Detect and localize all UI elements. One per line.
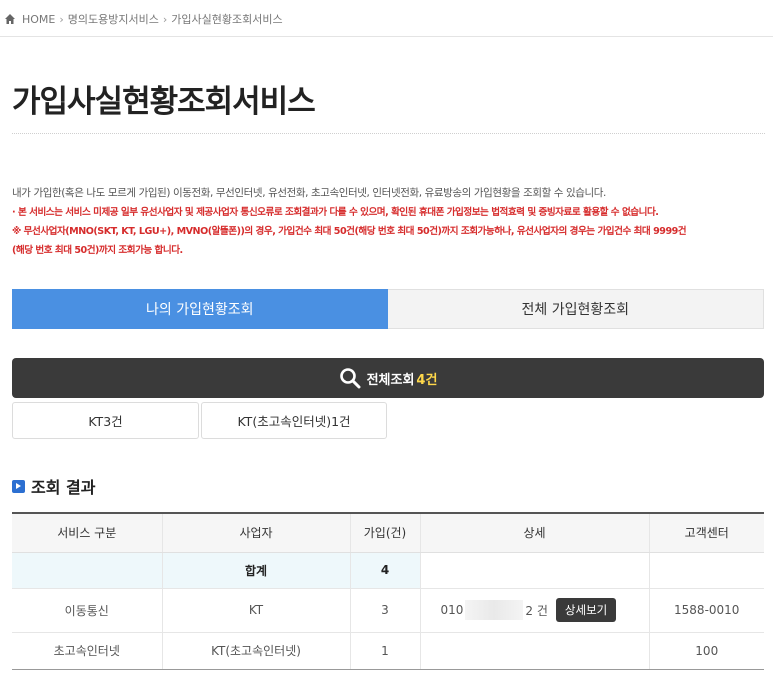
- detail-cell: 010 2 건 상세보기: [419, 588, 649, 633]
- summary-count: 4: [349, 552, 420, 589]
- breadcrumb: HOME › 명의도용방지서비스 › 가입사실현황조회서비스: [4, 10, 283, 28]
- tab-my-subscriptions[interactable]: 나의 가입현황조회: [12, 289, 388, 329]
- tab-all-subscriptions[interactable]: 전체 가입현황조회: [387, 289, 764, 329]
- breadcrumb-divider: [0, 36, 773, 37]
- summary-label: 합계: [161, 552, 350, 589]
- provider-cell: KT: [161, 588, 350, 633]
- summary-blank-cell: [648, 552, 764, 589]
- count-cell: 3: [349, 588, 420, 633]
- inquiry-tabs: 나의 가입현황조회 전체 가입현황조회: [12, 289, 764, 329]
- service-type-cell: 이동통신: [12, 588, 162, 633]
- masked-phone-number: [465, 600, 524, 620]
- column-header: 고객센터: [648, 513, 764, 553]
- column-header: 가입(건): [349, 513, 420, 553]
- summary-blank-cell: [419, 552, 649, 589]
- table-row: 초고속인터넷 KT(초고속인터넷) 1 100: [12, 632, 764, 670]
- result-table: 서비스 구분 사업자 가입(건) 상세 고객센터 합계 4 이동통신 KT 3 …: [12, 512, 764, 670]
- notice-text: · 본 서비스는 서비스 미제공 일부 유선사업자 및 제공사업자 통신오류로 …: [12, 207, 659, 218]
- page-title: 가입사실현황조회서비스: [12, 84, 316, 120]
- filter-chip-kt[interactable]: KT3건: [12, 402, 199, 439]
- view-details-button[interactable]: 상세보기: [555, 598, 617, 622]
- breadcrumb-separator: ›: [59, 12, 64, 26]
- notice-text: (해당 번호 최대 50건)까지 조회가능 합니다.: [12, 245, 183, 256]
- table-bottom-border: [12, 669, 764, 670]
- search-icon: [339, 368, 361, 389]
- summary-blank-cell: [12, 552, 162, 589]
- breadcrumb-item[interactable]: 가입사실현황조회서비스: [171, 11, 282, 27]
- search-all-button[interactable]: 전체조회 4건: [12, 358, 764, 398]
- service-type-cell: 초고속인터넷: [12, 632, 162, 670]
- arrow-bullet-icon: [12, 479, 25, 493]
- summary-row: 합계 4: [12, 552, 764, 589]
- notice-text: ※ 무선사업자(MNO(SKT, KT, LGU+), MVNO(알뜰폰))의 …: [12, 226, 687, 237]
- detail-cell: [419, 632, 649, 670]
- title-divider: [12, 133, 765, 134]
- filter-chip-kt-internet[interactable]: KT(초고속인터넷)1건: [201, 402, 387, 439]
- breadcrumb-item[interactable]: 명의도용방지서비스: [68, 11, 159, 27]
- detail-count: 2 건: [525, 603, 548, 618]
- column-header: 상세: [419, 513, 649, 553]
- result-heading: 조회 결과: [12, 474, 95, 498]
- search-count: 4건: [416, 372, 438, 388]
- search-label: 전체조회: [366, 372, 415, 388]
- phone-prefix: 010: [440, 603, 464, 617]
- column-header: 서비스 구분: [12, 513, 162, 553]
- breadcrumb-home[interactable]: HOME: [22, 13, 55, 26]
- count-cell: 1: [349, 632, 420, 670]
- description-text: 내가 가입한(혹은 나도 모르게 가입된) 이동전화, 무선인터넷, 유선전화,…: [12, 187, 606, 199]
- support-number-cell: 1588-0010: [648, 588, 764, 633]
- service-description: 내가 가입한(혹은 나도 모르게 가입된) 이동전화, 무선인터넷, 유선전화,…: [12, 184, 770, 260]
- support-number-cell: 100: [648, 632, 764, 670]
- table-header-row: 서비스 구분 사업자 가입(건) 상세 고객센터: [12, 513, 764, 553]
- home-icon: [5, 14, 15, 24]
- result-heading-label: 조회 결과: [31, 478, 96, 497]
- table-row: 이동통신 KT 3 010 2 건 상세보기 1588-0010: [12, 588, 764, 633]
- provider-cell: KT(초고속인터넷): [161, 632, 350, 670]
- column-header: 사업자: [161, 513, 350, 553]
- breadcrumb-separator: ›: [162, 12, 168, 26]
